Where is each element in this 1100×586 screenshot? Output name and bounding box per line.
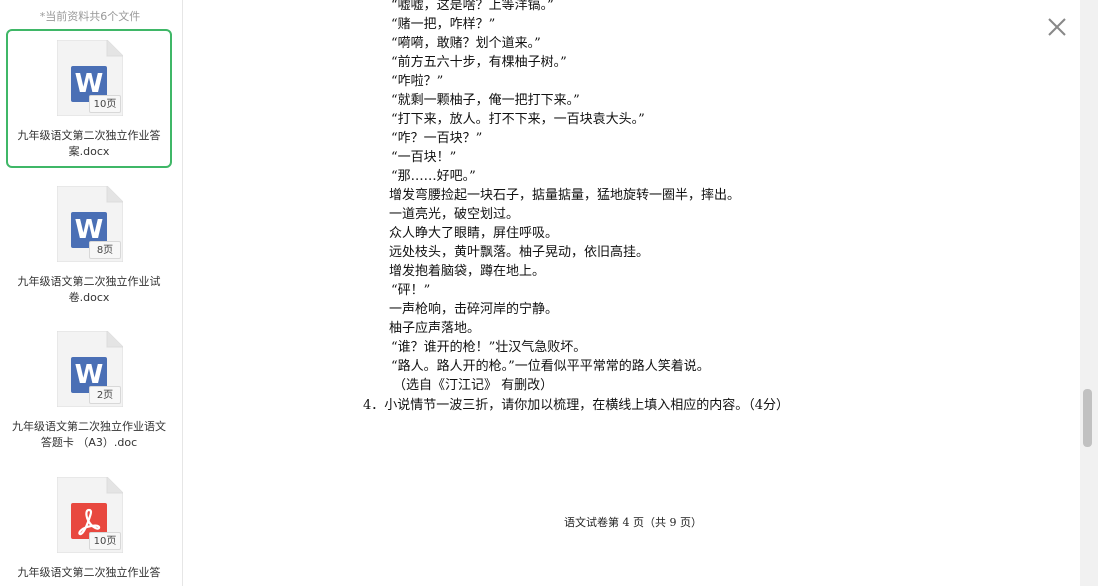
file-item-3[interactable]: W 2页 九年级语文第二次独立作业语文答题卡 （A3）.doc: [6, 320, 172, 459]
vertical-scrollbar[interactable]: [1080, 0, 1098, 586]
page-count-badge: 8页: [89, 241, 121, 259]
doc-line: “路人。路人开的枪。”一位看似平平常常的路人笑着说。: [391, 359, 710, 374]
doc-line: “就剩一颗柚子，俺一把打下来。”: [391, 93, 580, 108]
file-count-label: *当前资料共6个文件: [39, 10, 141, 23]
pdf-icon: 10页: [57, 477, 123, 553]
doc-line: 增发抱着脑袋，蹲在地上。: [389, 264, 546, 279]
file-name: 九年级语文第二次独立作业语文答题卡 （A3）.doc: [12, 420, 166, 449]
close-icon[interactable]: [1044, 14, 1070, 40]
doc-line: 众人睁大了眼睛，屏住呼吸。: [389, 226, 559, 241]
page-count-badge: 10页: [89, 95, 121, 113]
doc-line: “嘘嘘，这是啥？上等洋镐。”: [391, 0, 554, 13]
file-name: 九年级语文第二次独立作业答案.docx: [17, 129, 161, 158]
word-doc-icon: W 8页: [57, 186, 123, 262]
file-item-1[interactable]: W 10页 九年级语文第二次独立作业答案.docx: [6, 29, 172, 168]
document-viewer: “嘘嘘，这是啥？上等洋镐。” “赌一把，咋样？” “嗬嗬，敢赌？划个道来。” “…: [183, 0, 1080, 586]
doc-line: “嗬嗬，敢赌？划个道来。”: [391, 36, 541, 51]
doc-line: “前方五六十步，有棵柚子树。”: [391, 55, 567, 70]
doc-line: “咋啦？”: [391, 74, 444, 89]
doc-line: 柚子应声落地。: [389, 321, 481, 336]
doc-line: “打下来，放人。打不下来，一百块袁大头。”: [391, 112, 645, 127]
file-item-2[interactable]: W 8页 九年级语文第二次独立作业试卷.docx: [6, 175, 172, 314]
file-name: 九年级语文第二次独立作业答: [17, 566, 161, 579]
doc-line: “一百块！”: [391, 150, 457, 165]
page-footer: 语文试卷第 4 页（共 9 页）: [564, 516, 702, 529]
word-doc-icon: W 10页: [57, 40, 123, 116]
doc-line: 一道亮光，破空划过。: [389, 207, 520, 222]
file-item-4[interactable]: 10页 九年级语文第二次独立作业答: [6, 466, 172, 586]
scrollbar-thumb[interactable]: [1083, 389, 1092, 447]
doc-line: “咋？一百块？”: [391, 131, 483, 146]
word-doc-icon: W 2页: [57, 331, 123, 407]
doc-line: 4．小说情节一波三折，请你加以梳理，在横线上填入相应的内容。（4分）: [363, 398, 790, 413]
file-sidebar: *当前资料共6个文件 W 10页 九年级语文第二次独立作业答案.docx W 8…: [0, 0, 183, 586]
doc-line: “赌一把，咋样？”: [391, 17, 496, 32]
doc-line: “谁？谁开的枪！”壮汉气急败坏。: [391, 340, 587, 355]
page-count-badge: 10页: [89, 532, 121, 550]
doc-line: 一声枪响，击碎河岸的宁静。: [389, 302, 559, 317]
doc-line: 增发弯腰捡起一块石子，掂量掂量，猛地旋转一圈半，摔出。: [389, 188, 741, 203]
doc-line: “那……好吧。”: [391, 169, 476, 184]
file-name: 九年级语文第二次独立作业试卷.docx: [17, 275, 161, 304]
page-count-badge: 2页: [89, 386, 121, 404]
doc-line: （选自《汀江记》 有删改）: [393, 378, 554, 393]
doc-line: “砰！”: [391, 283, 431, 298]
doc-line: 远处枝头，黄叶飘落。柚子晃动，依旧高挂。: [389, 245, 650, 260]
